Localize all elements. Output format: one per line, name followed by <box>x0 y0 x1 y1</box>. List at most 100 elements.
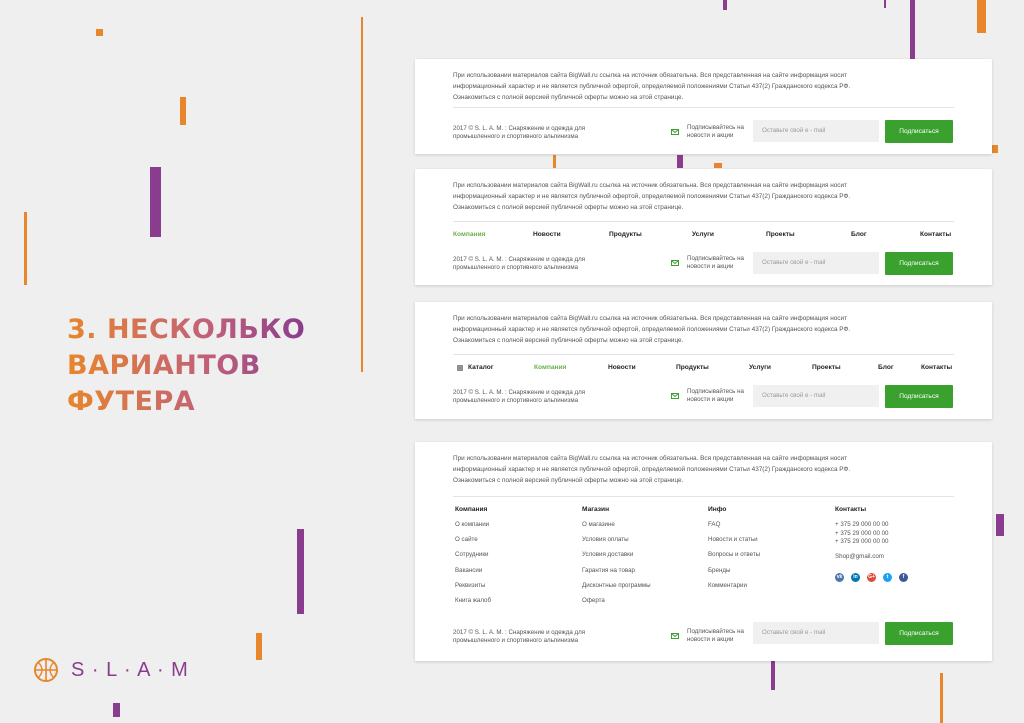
copyright-text: 2017 © S. L. A. M. : Снаряжение и одежда… <box>453 256 586 271</box>
nav-item-company[interactable]: Компания <box>453 231 485 238</box>
column-link[interactable]: Сотрудники <box>455 551 491 566</box>
nav-item-news[interactable]: Новости <box>608 364 636 371</box>
column-link[interactable]: Вакансии <box>455 567 491 582</box>
nav-item-contacts[interactable]: Контакты <box>921 364 952 371</box>
footer-column-shop: Магазин О магазине Условия оплаты Услови… <box>582 506 651 612</box>
decor-line <box>677 155 683 168</box>
subscribe-label: Подписывайтесь на новости и акции <box>687 255 744 270</box>
copyright-text: 2017 © S. L. A. M. : Снаряжение и одежда… <box>453 389 586 404</box>
subscribe-block: Подписывайтесь на новости и акции <box>671 628 749 643</box>
column-link[interactable]: О сайте <box>455 536 491 551</box>
email-input[interactable]: Оставьте свой e - mail <box>753 622 879 644</box>
nav-item-projects[interactable]: Проекты <box>812 364 841 371</box>
decor-line <box>256 633 262 660</box>
twitter-icon[interactable]: t <box>883 572 892 582</box>
envelope-icon <box>671 632 679 639</box>
logo-wordmark: S · L · A · M <box>71 658 189 681</box>
column-link[interactable]: Условия оплаты <box>582 536 651 551</box>
subscribe-block: Подписывайтесь на новости и акции <box>671 388 749 403</box>
slam-logo: S · L · A · M <box>33 657 189 683</box>
column-link[interactable]: О магазине <box>582 521 651 536</box>
email-input[interactable]: Оставьте свой e - mail <box>753 120 879 142</box>
decor-square <box>96 29 103 36</box>
nav-item-projects[interactable]: Проекты <box>766 231 795 238</box>
subscribe-button[interactable]: Подписаться <box>885 622 953 645</box>
title-line-1: 3. НЕСКОЛЬКО <box>67 312 305 348</box>
column-heading: Магазин <box>582 506 610 513</box>
slide-title: 3. НЕСКОЛЬКО ВАРИАНТОВ ФУТЕРА <box>67 312 305 420</box>
nav-item-products[interactable]: Продукты <box>609 231 642 238</box>
column-link[interactable]: Новости и статьи <box>708 536 760 551</box>
decor-line <box>996 514 1004 536</box>
basketball-logo-icon <box>34 658 58 682</box>
column-link[interactable]: Книга жалоб <box>455 597 491 612</box>
nav-item-news[interactable]: Новости <box>533 231 561 238</box>
subscribe-label: Подписывайтесь на новости и акции <box>687 628 744 643</box>
decor-line <box>24 212 27 285</box>
nav-item-catalog[interactable]: Каталог <box>468 364 494 371</box>
contact-phone[interactable]: + 375 29 000 00 00 <box>835 538 915 547</box>
nav-item-blog[interactable]: Блог <box>851 231 867 238</box>
copyright-text: 2017 © S. L. A. M. : Снаряжение и одежда… <box>453 629 586 644</box>
column-heading: Контакты <box>835 506 867 513</box>
column-heading: Компания <box>455 506 488 513</box>
decor-line <box>150 167 161 237</box>
email-input[interactable]: Оставьте свой e - mail <box>753 385 879 407</box>
envelope-icon <box>671 392 679 399</box>
decor-line <box>884 0 886 8</box>
nav-item-blog[interactable]: Блог <box>878 364 894 371</box>
footer-variant-3: При использовании материалов сайта BigWa… <box>415 302 992 419</box>
column-heading: Инфо <box>708 506 727 513</box>
vk-icon[interactable]: vk <box>835 572 844 582</box>
copyright-text: 2017 © S. L. A. M. : Снаряжение и одежда… <box>453 125 586 140</box>
decor-line <box>553 155 556 168</box>
facebook-icon[interactable]: f <box>899 572 908 582</box>
column-link[interactable]: Условия доставки <box>582 551 651 566</box>
column-link[interactable]: Бренды <box>708 567 760 582</box>
email-input[interactable]: Оставьте свой e - mail <box>753 252 879 274</box>
envelope-icon <box>671 128 679 135</box>
disclaimer-text: При использовании материалов сайта BigWa… <box>453 72 851 101</box>
column-link[interactable]: Гарантия на товар <box>582 567 651 582</box>
contact-phone[interactable]: + 375 29 000 00 00 <box>835 530 915 539</box>
footer-column-contacts: Контакты + 375 29 000 00 00 + 375 29 000… <box>835 506 915 582</box>
footer-variant-1: При использовании материалов сайта BigWa… <box>415 59 992 154</box>
contact-email[interactable]: Shop@gmail.com <box>835 553 915 560</box>
decor-line <box>714 163 722 168</box>
column-link[interactable]: FAQ <box>708 521 760 536</box>
column-link[interactable]: Вопросы и ответы <box>708 551 760 566</box>
linkedin-icon[interactable]: in <box>851 572 860 582</box>
subscribe-label: Подписывайтесь на новости и акции <box>687 124 744 139</box>
nav-item-contacts[interactable]: Контакты <box>920 231 951 238</box>
divider <box>453 221 954 222</box>
decor-line <box>361 17 363 372</box>
column-link[interactable]: Комментарии <box>708 582 760 597</box>
subscribe-button[interactable]: Подписаться <box>885 120 953 143</box>
contact-phone[interactable]: + 375 29 000 00 00 <box>835 521 915 530</box>
subscribe-block: Подписывайтесь на новости и акции <box>671 255 749 270</box>
disclaimer-text: При использовании материалов сайта BigWa… <box>453 182 851 211</box>
title-line-2: ВАРИАНТОВ <box>67 348 305 384</box>
column-link[interactable]: Дисконтные программы <box>582 582 651 597</box>
column-link[interactable]: О компании <box>455 521 491 536</box>
subscribe-label: Подписывайтесь на новости и акции <box>687 388 744 403</box>
subscribe-button[interactable]: Подписаться <box>885 252 953 275</box>
disclaimer-text: При использовании материалов сайта BigWa… <box>453 315 851 344</box>
nav-item-services[interactable]: Услуги <box>692 231 714 238</box>
decor-line <box>940 673 943 723</box>
divider <box>453 107 954 108</box>
google-plus-icon[interactable]: G+ <box>867 572 876 582</box>
divider <box>453 354 954 355</box>
decor-line <box>113 703 120 717</box>
nav-item-products[interactable]: Продукты <box>676 364 709 371</box>
divider <box>453 496 954 497</box>
decor-line <box>977 0 986 33</box>
disclaimer-text: При использовании материалов сайта BigWa… <box>453 455 851 484</box>
menu-icon[interactable] <box>457 365 463 371</box>
nav-item-company[interactable]: Компания <box>534 364 566 371</box>
nav-item-services[interactable]: Услуги <box>749 364 771 371</box>
column-link[interactable]: Реквизиты <box>455 582 491 597</box>
column-link[interactable]: Оферта <box>582 597 651 612</box>
subscribe-button[interactable]: Подписаться <box>885 385 953 408</box>
decor-line <box>910 0 915 60</box>
